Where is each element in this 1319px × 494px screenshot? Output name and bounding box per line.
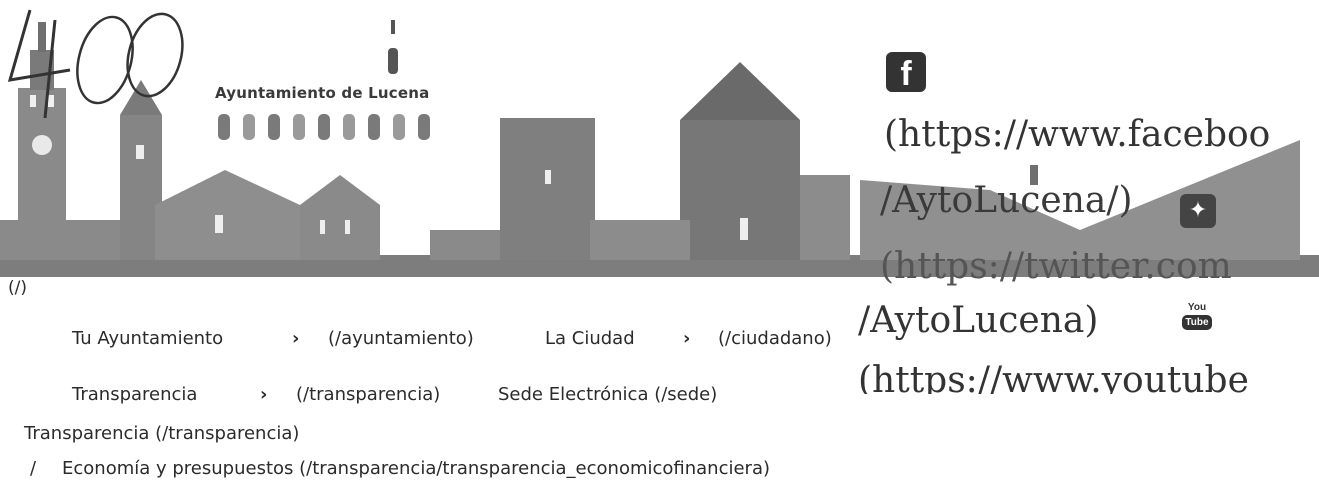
- youtube-link-text[interactable]: (https://www.youtube: [858, 360, 1249, 394]
- header-banner: Ayuntamiento de Lucena f (https://www.fa…: [0, 0, 1319, 394]
- twitter-link-text-2[interactable]: /AytoLucena): [858, 300, 1098, 341]
- nav-item-transparencia[interactable]: Transparencia: [72, 384, 197, 405]
- twitter-link-text-1[interactable]: (https://twitter.com: [880, 246, 1232, 287]
- facebook-icon[interactable]: f: [886, 52, 926, 93]
- nav-item-tu-ayuntamiento[interactable]: Tu Ayuntamiento: [72, 328, 223, 349]
- breadcrumb-separator: /: [30, 458, 37, 479]
- chevron-right-icon[interactable]: ›: [683, 328, 690, 349]
- chevron-right-icon[interactable]: ›: [292, 328, 299, 349]
- nav-item-la-ciudad-url[interactable]: (/ciudadano): [718, 328, 832, 349]
- nav-item-la-ciudad[interactable]: La Ciudad: [545, 328, 635, 349]
- handwritten-400-mark: [7, 9, 184, 119]
- nav-item-transparencia-url[interactable]: (/transparencia): [296, 384, 440, 405]
- breadcrumb-item-economia[interactable]: Economía y presupuestos (/transparencia/…: [62, 458, 770, 479]
- nav-item-sede-electronica[interactable]: Sede Electrónica (/sede): [498, 384, 717, 405]
- home-link[interactable]: (/): [8, 278, 27, 298]
- facebook-link-text-2[interactable]: /AytoLucena/): [880, 180, 1133, 221]
- city-name-logo-text[interactable]: Ayuntamiento de Lucena: [215, 84, 429, 102]
- chevron-right-icon[interactable]: ›: [260, 384, 267, 405]
- breadcrumb-item-transparencia[interactable]: Transparencia (/transparencia): [24, 423, 299, 444]
- youtube-icon-label-bottom: Tube: [1182, 315, 1212, 330]
- youtube-icon[interactable]: You Tube: [1182, 302, 1212, 336]
- twitter-icon[interactable]: ✦: [1180, 194, 1216, 228]
- youtube-icon-label-top: You: [1187, 302, 1207, 313]
- facebook-link-text-1[interactable]: (https://www.faceboo: [884, 114, 1270, 155]
- nav-item-tu-ayuntamiento-url[interactable]: (/ayuntamiento): [328, 328, 474, 349]
